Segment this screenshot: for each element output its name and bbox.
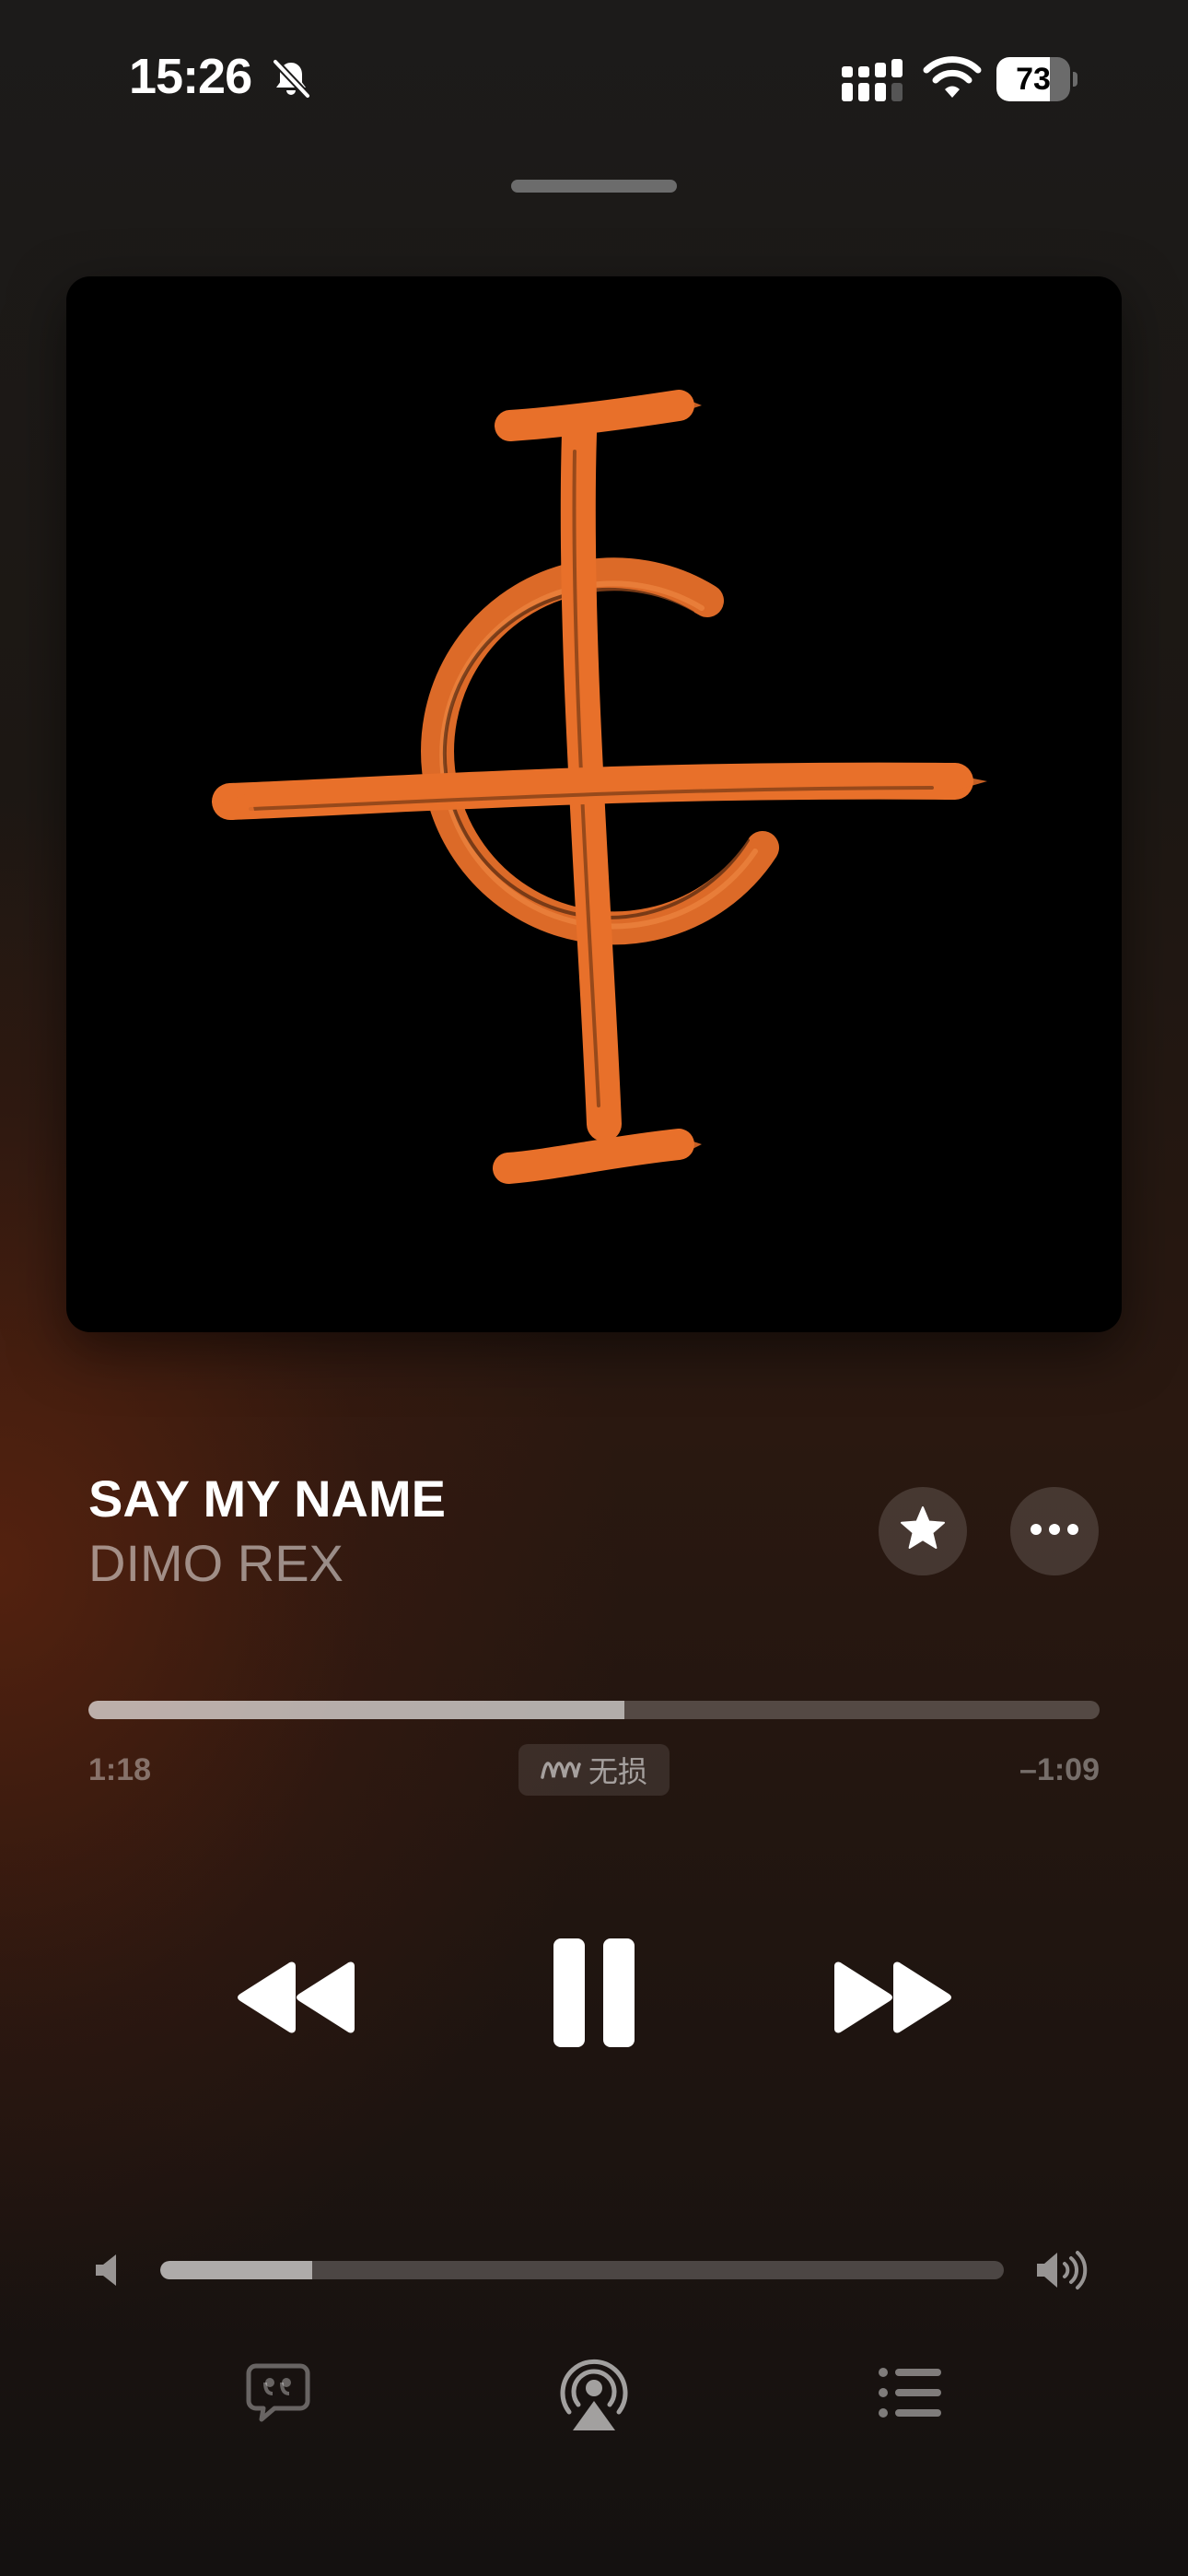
bell-slash-icon [269,57,313,101]
album-artwork [66,276,1122,1332]
status-time: 15:26 [129,49,252,104]
fast-forward-icon [829,1961,954,2039]
more-options-button[interactable] [1010,1487,1099,1575]
playback-progress-fill [88,1701,624,1719]
fast-forward-button[interactable] [829,1953,954,2045]
playback-scrubber[interactable] [88,1701,1100,1719]
airplay-button[interactable] [556,2355,632,2434]
sheet-grabber[interactable] [511,180,677,193]
track-title: SAY MY NAME [88,1469,446,1528]
volume-slider[interactable] [160,2261,1004,2279]
airplay-audio-icon [556,2353,632,2437]
ellipsis-icon [1029,1522,1080,1541]
queue-button[interactable] [873,2364,947,2425]
remaining-time: –1:09 [1019,1752,1100,1787]
track-artist[interactable]: DIMO REX [88,1533,344,1593]
lossless-label: 无损 [588,1754,647,1789]
battery-indicator: 73 [996,57,1077,101]
favorite-button[interactable] [879,1487,967,1575]
lossless-badge[interactable]: 无损 [518,1744,670,1796]
volume-level-fill [160,2261,312,2279]
lyrics-quote-bubble-icon [245,2362,311,2430]
pause-icon [552,1937,636,2054]
battery-percentage: 73 [1016,62,1051,97]
queue-list-icon [877,2365,943,2425]
elapsed-time: 1:18 [88,1752,152,1787]
cellular-signal-icon [842,59,908,101]
lossless-wave-icon [541,1755,581,1786]
speaker-low-icon [92,2252,129,2289]
rewind-button[interactable] [235,1953,360,2045]
star-icon [897,1504,949,1560]
speaker-high-icon [1035,2248,1092,2292]
pause-button[interactable] [543,1935,645,2055]
wifi-icon [923,55,982,101]
rewind-icon [235,1961,360,2039]
lyrics-button[interactable] [241,2360,315,2430]
